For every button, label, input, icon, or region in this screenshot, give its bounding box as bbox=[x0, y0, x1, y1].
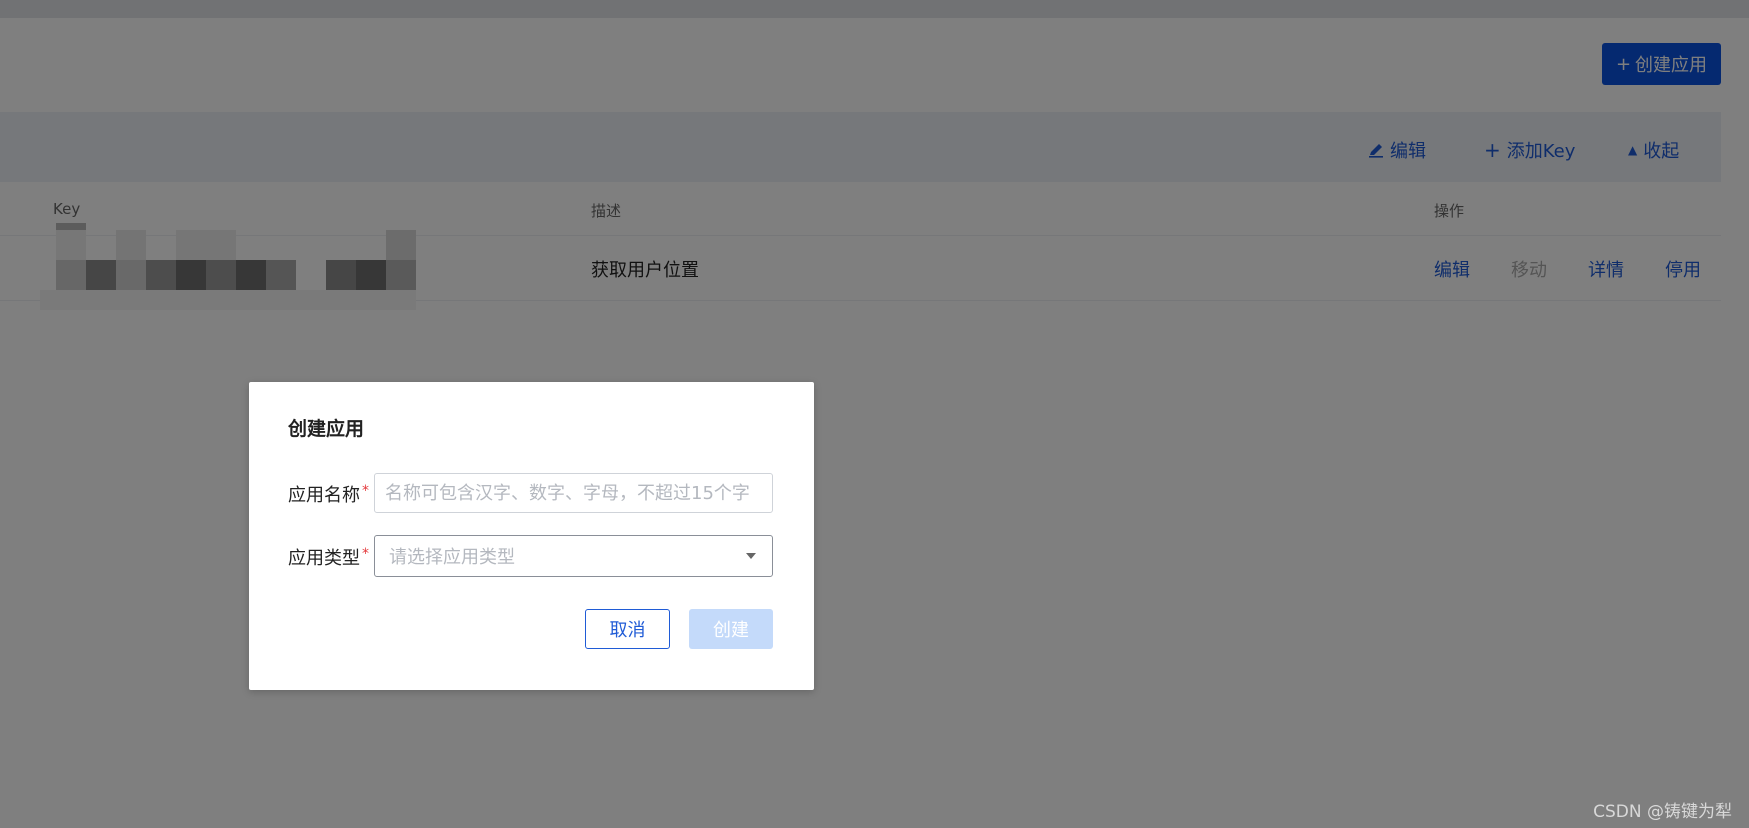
cancel-button[interactable]: 取消 bbox=[585, 609, 670, 649]
app-type-label: 应用类型 * bbox=[288, 544, 369, 570]
app-type-label-text: 应用类型 bbox=[288, 548, 360, 569]
dialog-title: 创建应用 bbox=[288, 418, 365, 440]
watermark: CSDN @铸键为犁 bbox=[1593, 802, 1732, 822]
create-button[interactable]: 创建 bbox=[689, 609, 773, 649]
required-marker: * bbox=[362, 483, 369, 499]
create-app-dialog: 创建应用 应用名称* 应用类型* 请选择应用类型 取消 创建 bbox=[249, 382, 814, 690]
app-type-placeholder: 请选择应用类型 bbox=[389, 547, 515, 568]
app-name-input[interactable] bbox=[374, 473, 773, 513]
chevron-down-icon bbox=[746, 553, 756, 559]
required-marker: * bbox=[362, 546, 369, 562]
app-name-label-text: 应用名称 bbox=[288, 485, 360, 506]
app-name-label: 应用名称 * bbox=[288, 481, 369, 507]
app-type-select[interactable]: 请选择应用类型 bbox=[374, 535, 773, 577]
